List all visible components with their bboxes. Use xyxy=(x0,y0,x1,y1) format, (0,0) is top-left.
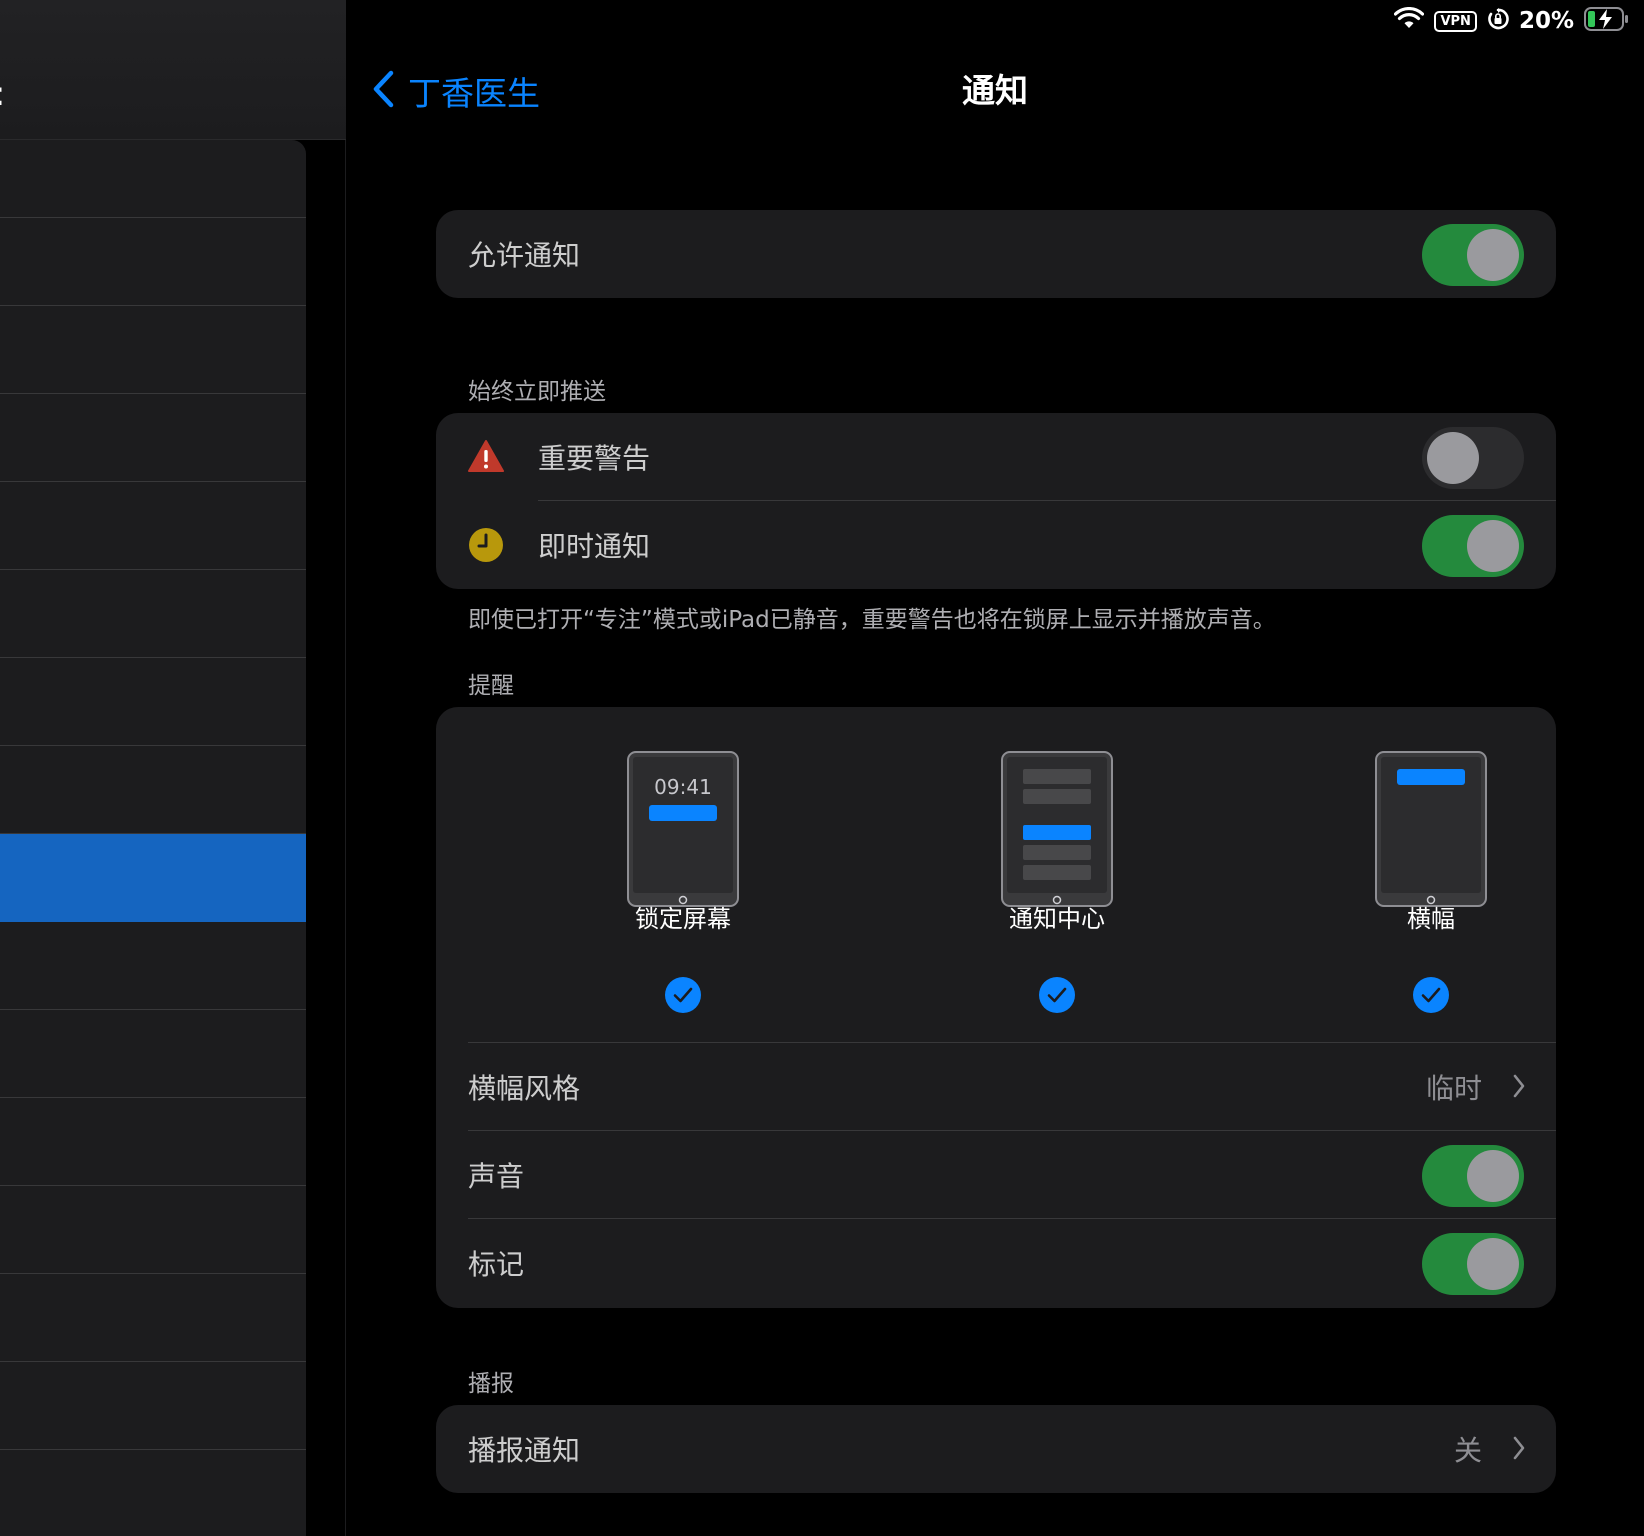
alerts-group: 09:41 锁定屏幕 通知中心 横幅 横幅风格 临时 声音 标记 xyxy=(436,707,1556,1308)
warning-triangle-icon xyxy=(468,439,504,477)
sidebar-item-selected[interactable] xyxy=(0,834,306,922)
battery-percentage: 20% xyxy=(1518,8,1574,34)
sidebar-item[interactable] xyxy=(0,1010,306,1098)
banner-style-value: 临时 xyxy=(1425,1072,1482,1105)
sidebar-item[interactable] xyxy=(0,746,306,834)
time-sensitive-label: 即时通知 xyxy=(538,530,651,563)
sound-row: 声音 xyxy=(436,1131,1556,1219)
sidebar-list xyxy=(0,140,306,1536)
sound-toggle[interactable] xyxy=(1422,1145,1524,1207)
lock-screen-clock: 09:41 xyxy=(654,775,712,799)
allow-notifications-row: 允许通知 xyxy=(436,210,1556,298)
announce-notifications-value: 关 xyxy=(1453,1434,1482,1467)
badge-toggle[interactable] xyxy=(1422,1233,1524,1295)
sidebar-item[interactable] xyxy=(0,1186,306,1274)
toggle-knob xyxy=(1467,520,1519,572)
time-sensitive-toggle[interactable] xyxy=(1422,515,1524,577)
sidebar-title-fragment: : xyxy=(0,74,5,114)
back-button-label: 丁香医生 xyxy=(408,74,540,113)
announce-notifications-label: 播报通知 xyxy=(468,1434,581,1467)
sidebar-item[interactable] xyxy=(0,218,306,306)
critical-alerts-toggle[interactable] xyxy=(1422,427,1524,489)
toggle-knob xyxy=(1427,432,1479,484)
announce-group: 播报通知 关 xyxy=(436,1405,1556,1493)
announce-notifications-row[interactable]: 播报通知 关 xyxy=(436,1405,1556,1493)
critical-alerts-row: 重要警告 xyxy=(436,413,1556,501)
toggle-knob xyxy=(1467,1150,1519,1202)
alert-style-label: 横幅 xyxy=(1407,905,1455,933)
checkmark-circle-icon[interactable] xyxy=(1039,977,1075,1013)
sidebar-item[interactable] xyxy=(0,1362,306,1450)
wifi-icon xyxy=(1394,7,1425,35)
alert-styles: 09:41 锁定屏幕 通知中心 横幅 xyxy=(436,707,1556,1043)
banner-style-row[interactable]: 横幅风格 临时 xyxy=(436,1043,1556,1131)
checkmark-circle-icon[interactable] xyxy=(665,977,701,1013)
chevron-left-icon xyxy=(372,70,394,112)
banner-preview-icon xyxy=(1375,751,1487,907)
alerts-section-header: 提醒 xyxy=(468,673,514,699)
allow-notifications-group: 允许通知 xyxy=(436,210,1556,298)
alert-style-label: 锁定屏幕 xyxy=(635,905,731,933)
back-button[interactable]: 丁香医生 xyxy=(372,66,540,116)
battery-charging-icon xyxy=(1584,7,1630,35)
sidebar-item[interactable] xyxy=(0,306,306,394)
immediate-section-header: 始终立即推送 xyxy=(468,379,606,405)
chevron-right-icon xyxy=(1513,1436,1525,1460)
sidebar-item[interactable] xyxy=(0,1274,306,1362)
toggle-knob xyxy=(1467,229,1519,281)
sidebar-item[interactable] xyxy=(0,482,306,570)
sidebar-header: : xyxy=(0,0,346,140)
toggle-knob xyxy=(1467,1238,1519,1290)
sidebar-item[interactable] xyxy=(0,658,306,746)
sidebar-item[interactable] xyxy=(0,1450,306,1536)
sidebar: : xyxy=(0,0,346,1536)
notification-center-preview-icon xyxy=(1001,751,1113,907)
clock-icon xyxy=(468,527,504,567)
sidebar-item[interactable] xyxy=(0,570,306,658)
sidebar-item[interactable] xyxy=(0,922,306,1010)
alert-style-label: 通知中心 xyxy=(1009,905,1105,933)
time-sensitive-row: 即时通知 xyxy=(436,501,1556,589)
critical-alerts-label: 重要警告 xyxy=(538,442,651,475)
banner-style-label: 横幅风格 xyxy=(468,1072,581,1105)
sidebar-item[interactable] xyxy=(0,394,306,482)
announce-section-header: 播报 xyxy=(468,1371,514,1397)
page-title: 通知 xyxy=(962,71,1028,110)
critical-alerts-footnote: 即使已打开“专注”模式或iPad已静音，重要警告也将在锁屏上显示并播放声音。 xyxy=(468,607,1276,633)
sound-label: 声音 xyxy=(468,1160,525,1193)
vpn-badge: VPN xyxy=(1434,10,1477,32)
allow-notifications-label: 允许通知 xyxy=(468,239,581,272)
badge-row: 标记 xyxy=(436,1219,1556,1307)
allow-notifications-toggle[interactable] xyxy=(1422,224,1524,286)
status-bar: VPN 20% xyxy=(1394,6,1630,36)
immediate-group: 重要警告 即时通知 xyxy=(436,413,1556,589)
chevron-right-icon xyxy=(1513,1074,1525,1098)
sidebar-item[interactable] xyxy=(0,1098,306,1186)
badge-label: 标记 xyxy=(468,1248,525,1281)
sidebar-item[interactable] xyxy=(0,140,306,218)
orientation-lock-icon xyxy=(1487,8,1509,34)
checkmark-circle-icon[interactable] xyxy=(1413,977,1449,1013)
